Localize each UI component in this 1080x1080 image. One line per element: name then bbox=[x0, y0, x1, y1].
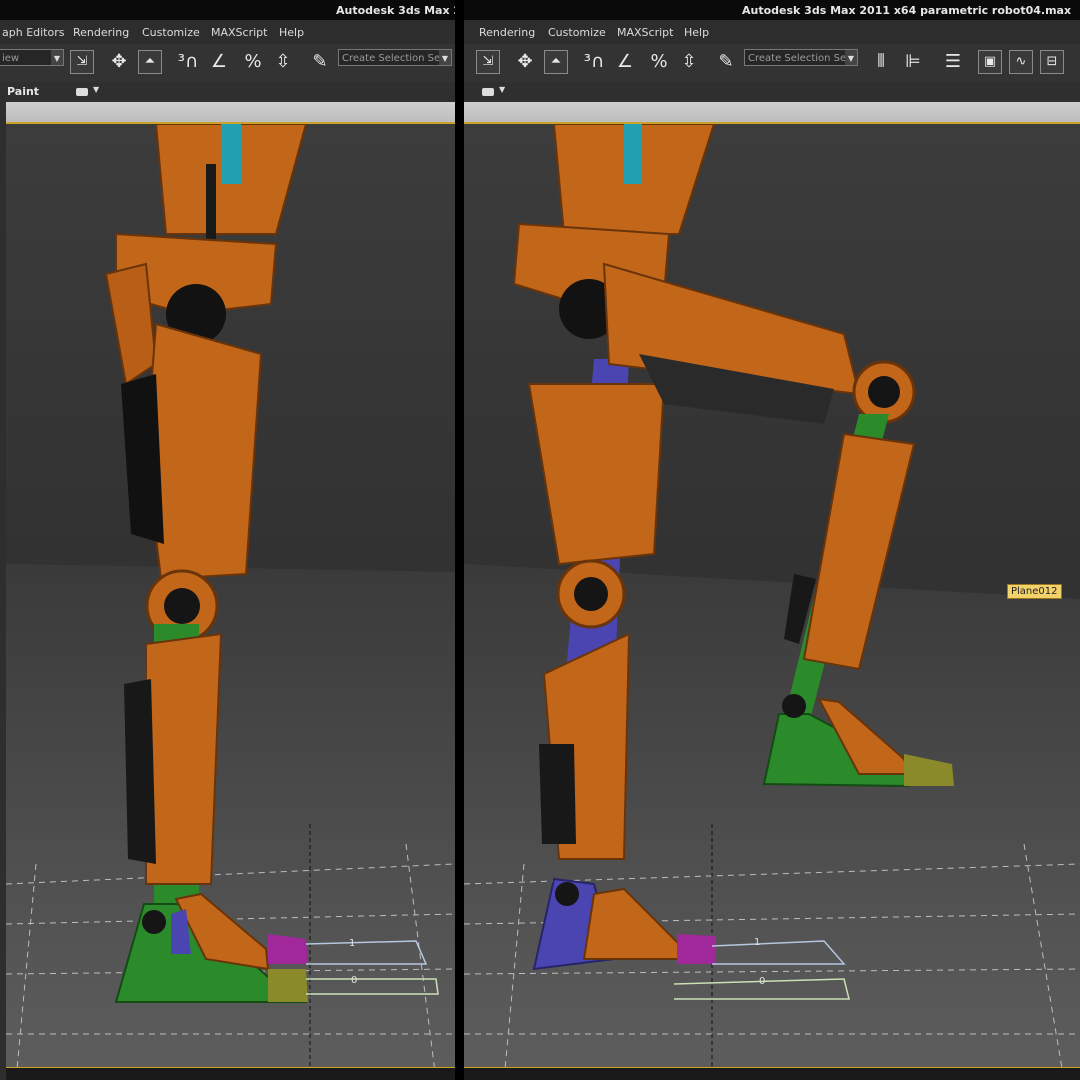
scene-render bbox=[6, 124, 455, 1080]
ribbon-toggle-icon[interactable] bbox=[76, 88, 88, 96]
toe-magenta bbox=[268, 934, 308, 964]
rotate-icon[interactable]: ⏶ bbox=[138, 50, 162, 74]
spinner-snap-icon[interactable]: ⇳ bbox=[676, 49, 702, 75]
perspective-viewport[interactable]: 1 0 bbox=[6, 124, 455, 1080]
select-object-icon[interactable]: ⇲ bbox=[70, 50, 94, 74]
schematic-view-icon[interactable]: ⊟ bbox=[1040, 50, 1064, 74]
back-thigh-armor bbox=[527, 383, 666, 566]
menu-rendering[interactable]: Rendering bbox=[479, 26, 535, 39]
menu-customize[interactable]: Customize bbox=[548, 26, 606, 39]
perspective-viewport[interactable]: Plane012 1 0 bbox=[464, 124, 1080, 1080]
percent-snap-icon[interactable]: % bbox=[240, 49, 266, 75]
menu-help[interactable]: Help bbox=[684, 26, 709, 39]
align-icon[interactable]: ⊫ bbox=[900, 49, 926, 75]
rotate-icon[interactable]: ⏶ bbox=[544, 50, 568, 74]
ribbon-header: ▼ bbox=[464, 82, 1080, 102]
chevron-down-icon[interactable]: ▼ bbox=[93, 85, 99, 94]
move-icon[interactable]: ✥ bbox=[512, 49, 538, 75]
selection-set-dropdown[interactable]: Create Selection Se ▼ bbox=[338, 49, 452, 66]
selection-set-placeholder: Create Selection Se bbox=[342, 53, 441, 64]
shin-armor bbox=[145, 632, 223, 885]
graphite-icon[interactable]: ▣ bbox=[978, 50, 1002, 74]
menu-graph-editors[interactable]: aph Editors bbox=[2, 26, 64, 39]
chevron-down-icon[interactable]: ▼ bbox=[499, 85, 505, 94]
curve-label-1: 1 bbox=[754, 937, 761, 948]
menu-bar: aph Editors Rendering Customize MAXScrip… bbox=[0, 20, 455, 44]
curve-editor-icon[interactable]: ∿ bbox=[1009, 50, 1033, 74]
chevron-down-icon[interactable]: ▼ bbox=[51, 50, 63, 65]
viewport-bottom-edge bbox=[464, 1067, 1080, 1080]
selection-set-placeholder: Create Selection Se bbox=[748, 53, 847, 64]
main-toolbar: ⇲ ✥ ⏶ ³∩ ∠ % ⇳ ✎ Create Selection Se ▼ ⫴ … bbox=[464, 44, 1080, 83]
curve-label-0: 0 bbox=[351, 975, 358, 986]
curve-label-1: 1 bbox=[349, 938, 356, 949]
toe-olive bbox=[268, 969, 308, 1002]
ribbon-header: Paint ▼ bbox=[0, 82, 455, 102]
left-viewport-window: Autodesk 3ds Max 2 aph Editors Rendering… bbox=[0, 0, 455, 1080]
layer-manager-icon[interactable]: ☰ bbox=[940, 49, 966, 75]
menu-maxscript[interactable]: MAXScript bbox=[211, 26, 267, 39]
right-viewport-window: Autodesk 3ds Max 2011 x64 parametric rob… bbox=[464, 0, 1080, 1080]
move-icon[interactable]: ✥ bbox=[106, 49, 132, 75]
select-object-icon[interactable]: ⇲ bbox=[476, 50, 500, 74]
angle-snap-icon[interactable]: ∠ bbox=[206, 49, 232, 75]
title-bar: Autodesk 3ds Max 2011 x64 parametric rob… bbox=[464, 0, 1080, 20]
snap-3d-icon[interactable]: ³∩ bbox=[175, 49, 201, 75]
spinner-snap-icon[interactable]: ⇳ bbox=[270, 49, 296, 75]
menu-rendering[interactable]: Rendering bbox=[73, 26, 129, 39]
view-dropdown[interactable]: iew ▼ bbox=[0, 49, 64, 66]
chevron-down-icon[interactable]: ▼ bbox=[439, 50, 451, 65]
scene-render bbox=[464, 124, 1080, 1080]
mirror-icon[interactable]: ⫴ bbox=[868, 49, 894, 75]
viewport-bottom-edge bbox=[6, 1067, 455, 1080]
ribbon-panel bbox=[6, 102, 455, 124]
spine-cable bbox=[221, 124, 241, 184]
selection-set-dropdown[interactable]: Create Selection Se ▼ bbox=[744, 49, 858, 66]
window-title: Autodesk 3ds Max 2 bbox=[336, 4, 455, 17]
more-tools-icon[interactable]: ⋮ bbox=[1068, 49, 1080, 75]
window-title: Autodesk 3ds Max 2011 x64 parametric rob… bbox=[742, 4, 1072, 17]
ribbon-toggle-icon[interactable] bbox=[482, 88, 494, 96]
object-label-tooltip: Plane012 bbox=[1007, 584, 1062, 599]
menu-maxscript[interactable]: MAXScript bbox=[617, 26, 673, 39]
spine-cable bbox=[624, 124, 642, 184]
back-toe-magenta bbox=[677, 934, 716, 964]
snap-3d-icon[interactable]: ³∩ bbox=[581, 49, 607, 75]
chevron-down-icon[interactable]: ▼ bbox=[845, 50, 857, 65]
ribbon-panel bbox=[464, 102, 1080, 124]
view-dropdown-value: iew bbox=[2, 53, 20, 64]
percent-snap-icon[interactable]: % bbox=[646, 49, 672, 75]
edit-named-selection-icon[interactable]: ✎ bbox=[713, 49, 739, 75]
curve-label-0: 0 bbox=[759, 976, 766, 987]
main-toolbar: iew ▼ ⇲ ✥ ⏶ ³∩ ∠ % ⇳ ✎ Create Selection S… bbox=[0, 44, 455, 83]
angle-snap-icon[interactable]: ∠ bbox=[612, 49, 638, 75]
menu-help[interactable]: Help bbox=[279, 26, 304, 39]
title-bar: Autodesk 3ds Max 2 bbox=[0, 0, 455, 20]
ribbon-tab-paint[interactable]: Paint bbox=[7, 85, 39, 98]
menu-customize[interactable]: Customize bbox=[142, 26, 200, 39]
menu-bar: Rendering Customize MAXScript Help bbox=[464, 20, 1080, 44]
edit-named-selection-icon[interactable]: ✎ bbox=[307, 49, 333, 75]
